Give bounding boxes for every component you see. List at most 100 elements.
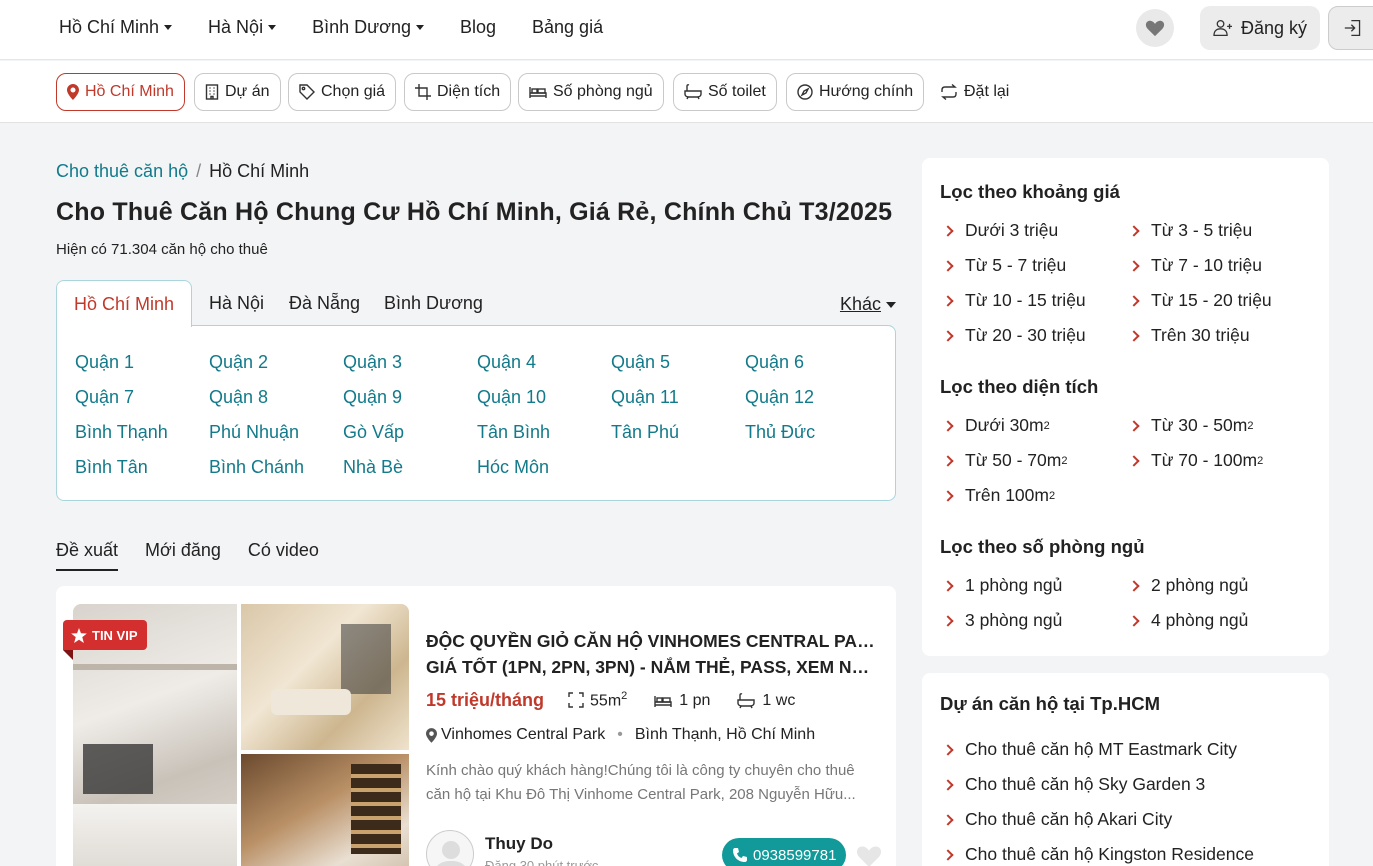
listing-price: 15 triệu/tháng xyxy=(426,690,545,710)
chevron-right-icon xyxy=(1128,454,1140,467)
district-link[interactable]: Hóc Môn xyxy=(477,457,549,478)
sort-tab-recommended[interactable]: Đề xuất xyxy=(56,540,119,571)
area-range-link[interactable]: Từ 30 - 50m 2 xyxy=(1128,415,1253,436)
district-link[interactable]: Tân Bình xyxy=(477,422,550,443)
phone-icon xyxy=(733,848,747,862)
chevron-right-icon xyxy=(942,489,954,502)
chevron-right-icon xyxy=(942,224,954,237)
price-filter-heading: Lọc theo khoảng giá xyxy=(940,181,1120,202)
bedroom-range-link[interactable]: 4 phòng ngủ xyxy=(1128,610,1248,631)
tab-ho-chi-minh[interactable]: Hồ Chí Minh xyxy=(56,280,193,327)
price-range-link[interactable]: Từ 3 - 5 triệu xyxy=(1128,220,1252,241)
area-range-link[interactable]: Dưới 30m 2 xyxy=(942,415,1050,436)
breadcrumb-current: Hồ Chí Minh xyxy=(209,161,310,181)
project-link[interactable]: Cho thuê căn hộ Sky Garden 3 xyxy=(942,774,1205,795)
call-button[interactable]: 0938599781 xyxy=(722,838,847,866)
price-range-link[interactable]: Từ 10 - 15 triệu xyxy=(942,290,1086,311)
district-link[interactable]: Quận 9 xyxy=(343,387,402,408)
district-link[interactable]: Quận 8 xyxy=(209,387,268,408)
district-link[interactable]: Quận 7 xyxy=(75,387,134,408)
bedroom-range-link[interactable]: 3 phòng ngủ xyxy=(942,610,1062,631)
menu-item-ha-noi[interactable]: Hà Nội xyxy=(208,17,277,38)
user-avatar-icon xyxy=(437,841,465,866)
favorites-button[interactable] xyxy=(1136,9,1174,47)
login-button[interactable] xyxy=(1328,6,1373,50)
save-listing-button[interactable] xyxy=(856,844,882,866)
district-link[interactable]: Quận 5 xyxy=(611,352,670,373)
chevron-right-icon xyxy=(1128,419,1140,432)
price-range-link[interactable]: Từ 7 - 10 triệu xyxy=(1128,255,1262,276)
caret-down-icon xyxy=(886,301,896,308)
area-range-link[interactable]: Từ 50 - 70m 2 xyxy=(942,450,1067,471)
district-link[interactable]: Quận 10 xyxy=(477,387,546,408)
compass-icon xyxy=(797,84,813,100)
district-link[interactable]: Phú Nhuận xyxy=(209,422,299,443)
heart-outline-icon xyxy=(856,846,882,866)
bedroom-range-link[interactable]: 1 phòng ngủ xyxy=(942,575,1062,596)
filter-reset[interactable]: Đặt lại xyxy=(930,73,1020,111)
district-link[interactable]: Bình Tân xyxy=(75,457,148,478)
menu-item-ho-chi-minh[interactable]: Hồ Chí Minh xyxy=(59,17,173,38)
bedroom-filter-heading: Lọc theo số phòng ngủ xyxy=(940,536,1145,557)
district-link[interactable]: Quận 3 xyxy=(343,352,402,373)
district-link[interactable]: Nhà Bè xyxy=(343,457,403,478)
project-link[interactable]: Cho thuê căn hộ MT Eastmark City xyxy=(942,739,1237,760)
menu-item-binh-duong[interactable]: Bình Dương xyxy=(312,17,424,38)
project-link[interactable]: Cho thuê căn hộ Kingston Residence xyxy=(942,844,1254,865)
district-link[interactable]: Quận 1 xyxy=(75,352,134,373)
heart-icon xyxy=(1145,20,1165,37)
area-filter-heading: Lọc theo diện tích xyxy=(940,376,1099,397)
tab-da-nang[interactable]: Đà Nẵng xyxy=(272,280,377,327)
listing-project[interactable]: Vinhomes Central Park xyxy=(441,726,605,744)
agent-avatar[interactable] xyxy=(426,830,474,866)
agent-name[interactable]: Thuy Do xyxy=(485,834,553,854)
register-button[interactable]: Đăng ký xyxy=(1200,6,1320,50)
district-link[interactable]: Gò Vấp xyxy=(343,422,404,443)
district-link[interactable]: Thủ Đức xyxy=(745,422,815,443)
filter-area[interactable]: Diện tích xyxy=(404,73,512,111)
user-plus-icon xyxy=(1213,19,1232,37)
chevron-right-icon xyxy=(942,419,954,432)
tab-ha-noi[interactable]: Hà Nội xyxy=(192,280,281,327)
area-range-link[interactable]: Trên 100m 2 xyxy=(942,485,1055,506)
listing-description: Kính chào quý khách hàng!Chúng tôi là cô… xyxy=(426,762,856,803)
listing-photo-dining-room[interactable] xyxy=(241,754,409,866)
price-range-link[interactable]: Từ 5 - 7 triệu xyxy=(942,255,1066,276)
filter-bedrooms[interactable]: Số phòng ngủ xyxy=(518,73,664,111)
filter-price[interactable]: Chọn giá xyxy=(288,73,397,111)
listing-bathrooms: 1 wc xyxy=(736,692,795,710)
district-link[interactable]: Bình Chánh xyxy=(209,457,304,478)
district-link[interactable]: Tân Phú xyxy=(611,422,679,443)
listing-card[interactable]: TIN VIP ĐỘC QUYỀN GIỎ CĂN HỘ VINHOMES CE… xyxy=(56,586,896,866)
listing-title[interactable]: ĐỘC QUYỀN GIỎ CĂN HỘ VINHOMES CENTRAL PA… xyxy=(426,628,878,680)
caret-down-icon xyxy=(415,25,424,30)
breadcrumb: Cho thuê căn hộ / Hồ Chí Minh xyxy=(56,161,309,182)
building-icon xyxy=(205,84,219,100)
menu-item-blog[interactable]: Blog xyxy=(460,17,496,38)
filter-location[interactable]: Hồ Chí Minh xyxy=(56,73,185,111)
filter-project[interactable]: Dự án xyxy=(194,73,281,111)
breadcrumb-parent-link[interactable]: Cho thuê căn hộ xyxy=(56,161,188,181)
area-range-link[interactable]: Từ 70 - 100m 2 xyxy=(1128,450,1263,471)
sort-tab-video[interactable]: Có video xyxy=(248,540,319,571)
district-link[interactable]: Quận 2 xyxy=(209,352,268,373)
price-range-link[interactable]: Trên 30 triệu xyxy=(1128,325,1250,346)
sort-tab-newest[interactable]: Mới đăng xyxy=(145,540,221,571)
price-range-link[interactable]: Từ 20 - 30 triệu xyxy=(942,325,1086,346)
price-range-link[interactable]: Dưới 3 triệu xyxy=(942,220,1058,241)
filter-toilets[interactable]: Số toilet xyxy=(673,73,777,111)
district-link[interactable]: Bình Thạnh xyxy=(75,422,168,443)
district-link[interactable]: Quận 4 xyxy=(477,352,536,373)
district-link[interactable]: Quận 12 xyxy=(745,387,814,408)
district-link[interactable]: Quận 11 xyxy=(611,387,679,408)
menu-item-bang-gia[interactable]: Bảng giá xyxy=(532,17,603,38)
district-link[interactable]: Quận 6 xyxy=(745,352,804,373)
price-range-link[interactable]: Từ 15 - 20 triệu xyxy=(1128,290,1272,311)
bedroom-range-link[interactable]: 2 phòng ngủ xyxy=(1128,575,1248,596)
filter-direction[interactable]: Hướng chính xyxy=(786,73,925,111)
listing-photo-living-room[interactable] xyxy=(241,604,409,750)
project-link[interactable]: Cho thuê căn hộ Akari City xyxy=(942,809,1172,830)
tab-binh-duong[interactable]: Bình Dương xyxy=(367,280,500,327)
page-title: Cho Thuê Căn Hộ Chung Cư Hồ Chí Minh, Gi… xyxy=(56,198,893,226)
more-cities-dropdown[interactable]: Khác xyxy=(840,294,896,315)
